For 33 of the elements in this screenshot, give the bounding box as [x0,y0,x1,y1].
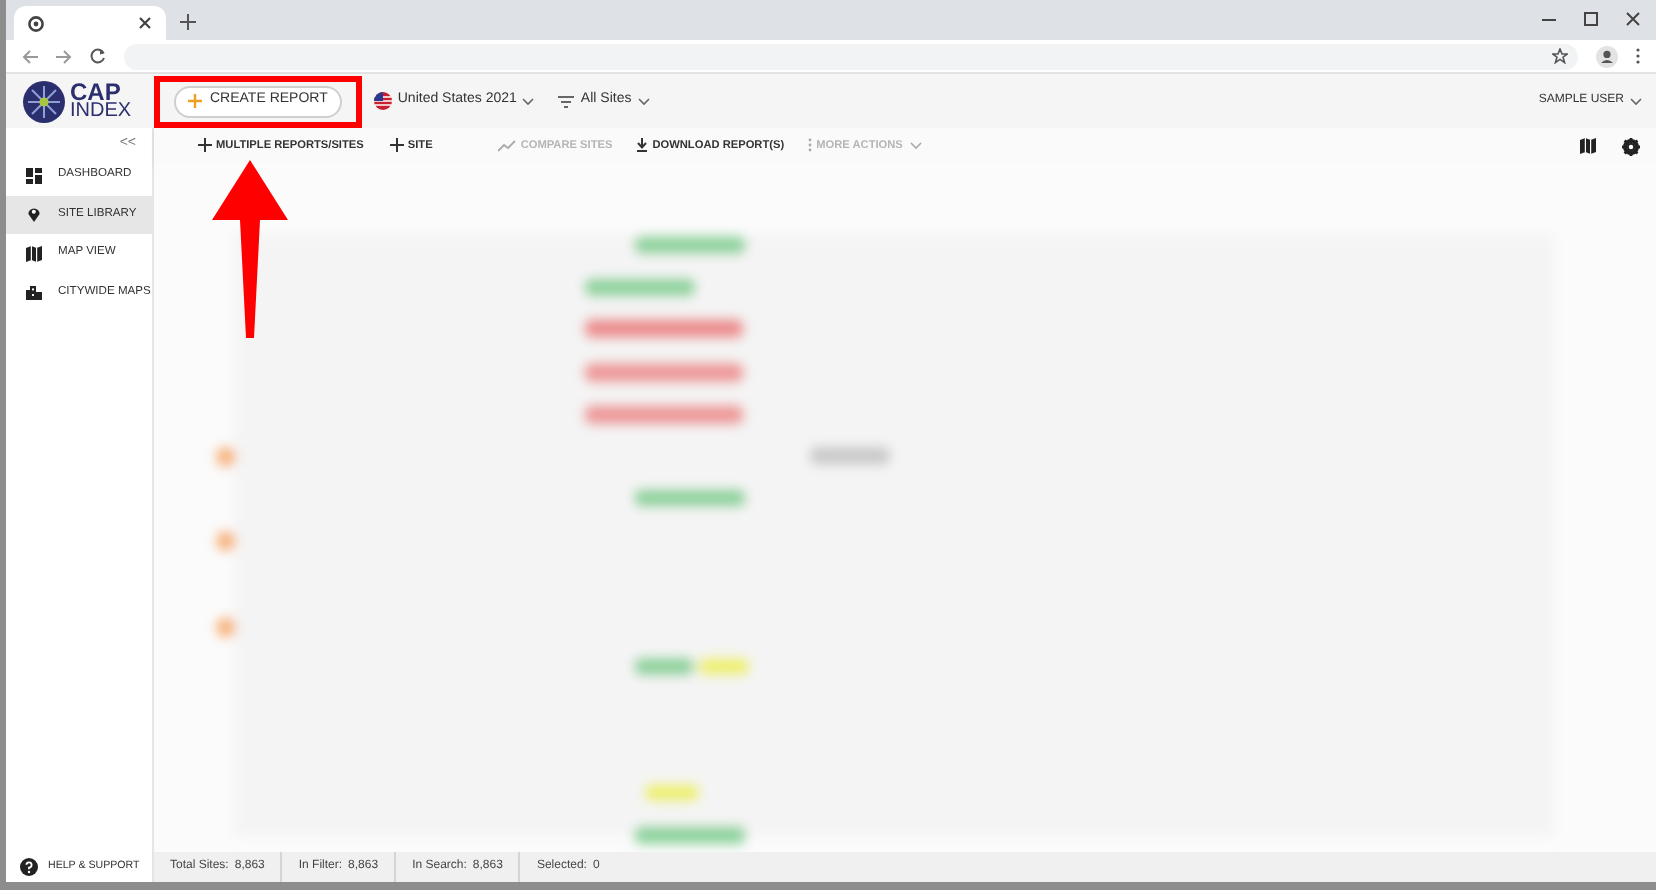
forward-icon[interactable] [56,49,72,63]
close-icon[interactable] [138,16,152,30]
logo-text: CAP [70,81,121,101]
chevron-down-icon [910,141,923,150]
pin-icon [26,206,42,223]
map-icon [26,245,42,262]
filter-icon [558,95,575,107]
chevron-down-icon [637,97,650,105]
more-icon [808,138,813,153]
maximize-icon[interactable] [1584,12,1598,26]
address-field[interactable] [124,43,1578,69]
map-icon[interactable] [1580,138,1596,154]
star-icon[interactable] [1552,48,1568,64]
dashboard-icon [26,167,42,184]
profile-icon[interactable] [1596,45,1618,67]
settings-icon[interactable] [1622,137,1640,155]
plus-icon [188,94,202,108]
close-icon[interactable] [1626,12,1640,26]
compare-icon [498,139,517,152]
back-icon[interactable] [22,49,38,63]
flag-icon [373,92,392,110]
buildings-icon [26,284,42,301]
browser-tab[interactable] [14,6,166,40]
logo-icon [22,79,66,123]
logo-text: INDEX [70,101,132,121]
chevron-down-icon [522,97,535,105]
reload-icon[interactable] [90,48,106,64]
plus-icon [389,138,404,153]
download-icon [636,138,649,153]
new-tab-icon[interactable] [180,14,196,30]
plus-icon [198,138,212,153]
help-icon [20,858,38,876]
chevron-down-icon [1630,97,1642,105]
